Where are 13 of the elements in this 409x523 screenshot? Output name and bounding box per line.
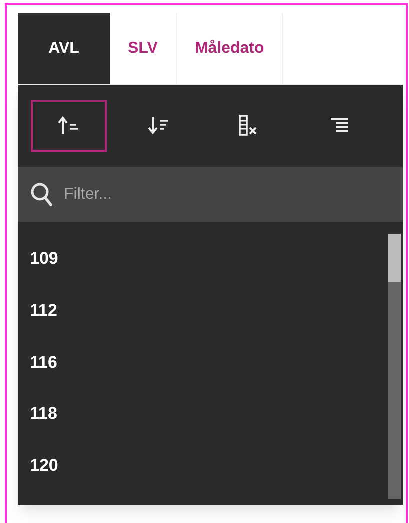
search-icon [30, 182, 54, 208]
filter-value-item[interactable]: 116 [30, 352, 58, 372]
scrollbar-thumb[interactable] [388, 234, 401, 282]
filter-field[interactable]: Filter... [18, 167, 403, 222]
filter-value-item[interactable]: 118 [30, 404, 58, 424]
column-tab[interactable]: SLV [110, 13, 177, 84]
toolbar-button[interactable] [31, 100, 107, 152]
filter-value-item[interactable]: 120 [30, 456, 58, 476]
filter-value-item[interactable]: 109 [30, 249, 58, 268]
column-tab[interactable]: AVL [18, 13, 110, 84]
filter-value-item[interactable]: 112 [30, 300, 58, 320]
filter-input[interactable]: Filter... [64, 182, 344, 206]
column-tab[interactable]: Måledato [176, 13, 284, 84]
